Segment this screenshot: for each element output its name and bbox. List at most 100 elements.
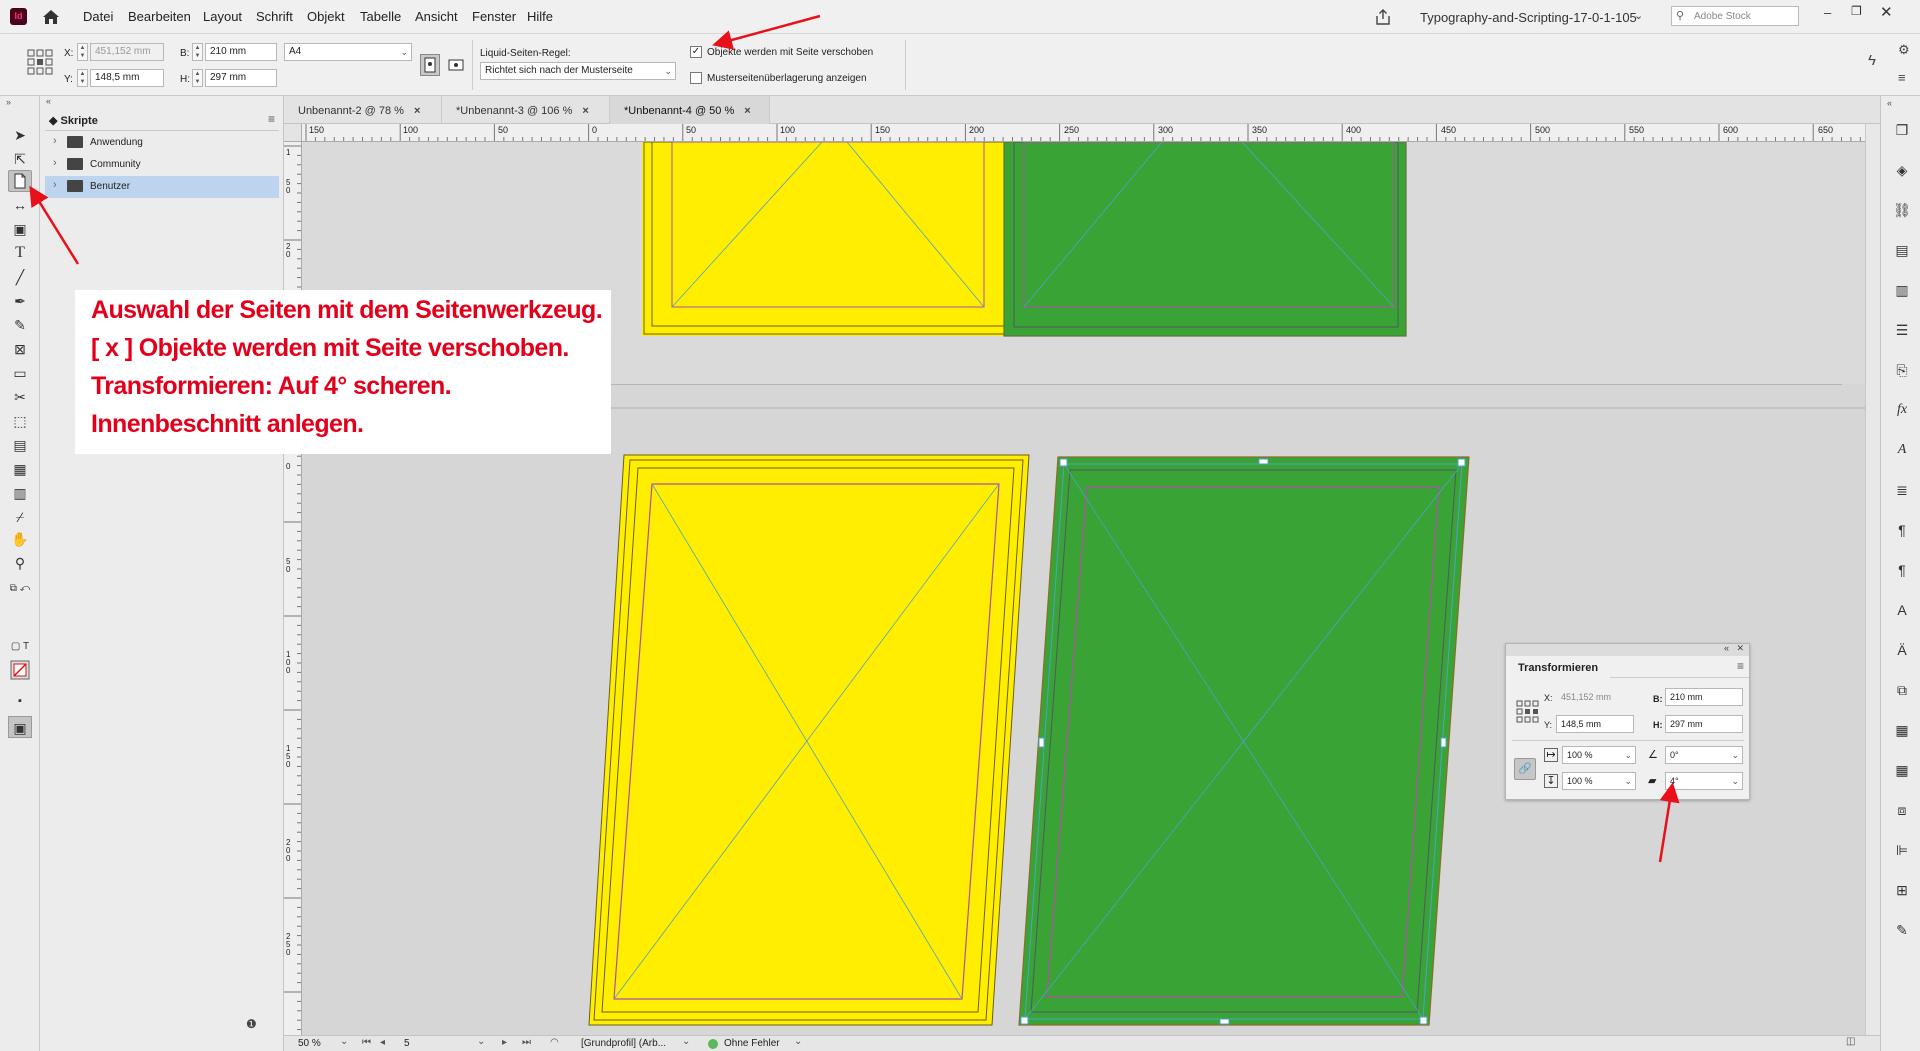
document-title[interactable]: Typography-and-Scripting-17-0-1-105	[1420, 10, 1637, 25]
gradient-feather-tool-icon[interactable]: ▦	[8, 458, 32, 480]
height-stepper[interactable]: ▲ ▼	[192, 69, 203, 87]
y-field[interactable]: 148,5 mm	[90, 69, 164, 87]
panel-menu-icon[interactable]: ≡	[268, 112, 275, 126]
tab-unbenannt-3[interactable]: *Unbenannt-3 @ 106 % ×	[442, 96, 610, 124]
vertical-scrollbar[interactable]	[1865, 124, 1880, 1035]
liquid-rule-select[interactable]: Richtet sich nach der Musterseite ⌄	[480, 62, 676, 80]
tab-unbenannt-4[interactable]: *Unbenannt-4 @ 50 % ×	[610, 96, 770, 124]
formatting-affects-container-icon[interactable]: ▢ T	[8, 636, 32, 658]
last-page-icon[interactable]: ⏭	[522, 1037, 531, 1048]
tp-y-field[interactable]: 148,5 mm	[1556, 715, 1634, 733]
scissors-tool-icon[interactable]: ✂	[8, 386, 32, 408]
x-field[interactable]: 451,152 mm	[90, 43, 164, 61]
lightning-icon[interactable]: ϟ	[1868, 52, 1876, 69]
tab-unbenannt-2[interactable]: Unbenannt-2 @ 78 % ×	[284, 96, 442, 124]
menu-hilfe[interactable]: Hilfe	[527, 9, 553, 24]
first-page-icon[interactable]: ⏮	[362, 1037, 371, 1048]
cell-styles-icon[interactable]: ⧈	[1891, 800, 1913, 820]
links-panel-icon[interactable]: ⛓	[1891, 200, 1913, 220]
script-folder-row[interactable]: › Benutzer	[45, 176, 279, 198]
align-objects-icon[interactable]: ⊫	[1891, 840, 1913, 860]
panel-tab-scripts[interactable]: ◆ Skripte	[49, 114, 98, 127]
type-tool-icon[interactable]: T	[8, 242, 32, 264]
chevron-down-icon[interactable]: ⌄	[1624, 773, 1632, 789]
split-window-icon[interactable]: ◫	[1846, 1036, 1855, 1047]
chevron-down-icon[interactable]: ⌄	[477, 1036, 485, 1047]
info-icon[interactable]: ❶	[246, 1017, 257, 1031]
collapse-panel-icon[interactable]: «	[46, 96, 51, 106]
page-size-select[interactable]: A4 ⌄	[284, 43, 412, 61]
table-panel-icon[interactable]: ▦	[1891, 720, 1913, 740]
home-icon[interactable]	[40, 6, 62, 28]
gradient-swatch-tool-icon[interactable]: ▤	[8, 434, 32, 456]
paragraph-panel-icon[interactable]: ¶	[1891, 520, 1913, 540]
script-folder-row[interactable]: › Community	[45, 154, 279, 176]
pen-tool-icon[interactable]: ✒	[8, 290, 32, 312]
chevron-down-icon[interactable]: ⌄	[1731, 747, 1739, 763]
page-tool-icon[interactable]	[8, 170, 32, 192]
chevron-right-icon[interactable]: ›	[53, 179, 57, 191]
fill-stroke-swatch[interactable]	[8, 660, 32, 682]
share-icon[interactable]	[1374, 8, 1392, 26]
menu-datei[interactable]: Datei	[83, 9, 113, 24]
cc-libraries-icon[interactable]: ⎘	[1891, 360, 1913, 380]
tab-transform[interactable]: Transformieren	[1506, 656, 1611, 680]
scale-x-field[interactable]: 100 % ⌄	[1562, 746, 1636, 764]
tp-height-field[interactable]: 297 mm	[1665, 715, 1743, 733]
character-styles-icon[interactable]: Ä	[1891, 640, 1913, 660]
object-styles-icon[interactable]: ⧉	[1891, 680, 1913, 700]
script-label-icon[interactable]: ✎	[1891, 920, 1913, 940]
hamburger-menu-icon[interactable]: ≡	[1898, 70, 1906, 85]
table-styles-icon[interactable]: ▦	[1891, 760, 1913, 780]
menu-ansicht[interactable]: Ansicht	[415, 9, 458, 24]
paragraph-styles-icon[interactable]: ¶	[1891, 560, 1913, 580]
selection-tool-icon[interactable]: ➤	[8, 124, 32, 146]
eyedropper-tool-icon[interactable]: ⌿	[8, 506, 32, 528]
chevron-right-icon[interactable]: ›	[53, 135, 57, 147]
screen-mode-icon[interactable]: ▣	[8, 716, 32, 738]
previous-page-icon[interactable]: ◂	[380, 1037, 385, 1048]
collapse-dock-icon[interactable]: «	[1887, 98, 1892, 108]
close-window-icon[interactable]: ✕	[1880, 3, 1893, 21]
close-icon[interactable]: ×	[744, 105, 750, 117]
preflight-status[interactable]: Ohne Fehler	[724, 1038, 780, 1049]
menu-fenster[interactable]: Fenster	[472, 9, 516, 24]
chevron-down-icon[interactable]: ⌄	[1731, 773, 1739, 789]
preflight-profile[interactable]: [Grundprofil] (Arb...	[581, 1038, 666, 1049]
pencil-tool-icon[interactable]: ✎	[8, 314, 32, 336]
objects-move-with-page-checkbox[interactable]: ✓	[690, 46, 702, 58]
show-master-overlay-checkbox[interactable]	[690, 72, 702, 84]
menu-objekt[interactable]: Objekt	[307, 9, 345, 24]
tp-width-field[interactable]: 210 mm	[1665, 688, 1743, 706]
close-icon[interactable]: ×	[414, 105, 420, 117]
chevron-right-icon[interactable]: ›	[53, 157, 57, 169]
stroke-panel-icon[interactable]: ▤	[1891, 240, 1913, 260]
constrain-proportions-button[interactable]: 🔗	[1514, 758, 1536, 780]
pages-panel-icon[interactable]: ❐	[1891, 120, 1913, 140]
layers-panel-icon[interactable]: ◈	[1891, 160, 1913, 180]
document-canvas[interactable]	[302, 142, 1865, 1035]
menu-bearbeiten[interactable]: Bearbeiten	[128, 9, 191, 24]
content-collector-icon[interactable]: ▣	[8, 218, 32, 240]
glyphs-panel-icon[interactable]: A	[1891, 440, 1913, 460]
rectangle-tool-icon[interactable]: ▭	[8, 362, 32, 384]
swatches-panel-icon[interactable]: ▥	[1891, 280, 1913, 300]
reference-point-icon[interactable]	[27, 49, 53, 75]
effects-panel-icon[interactable]: fx	[1891, 400, 1913, 420]
note-tool-icon[interactable]: ▥	[8, 482, 32, 504]
landscape-orientation-button[interactable]	[447, 57, 465, 73]
portrait-orientation-button[interactable]	[420, 54, 440, 76]
hand-tool-icon[interactable]: ✋	[8, 528, 32, 550]
ruler-origin[interactable]	[284, 124, 302, 142]
character-panel-icon[interactable]: A	[1891, 600, 1913, 620]
chevron-down-icon[interactable]: ⌄	[340, 1036, 348, 1047]
close-icon[interactable]: ×	[582, 105, 588, 117]
menu-layout[interactable]: Layout	[203, 9, 242, 24]
zoom-tool-icon[interactable]: ⚲	[8, 552, 32, 574]
tp-x-field[interactable]: 451,152 mm	[1556, 688, 1618, 706]
shear-field[interactable]: 4° ⌄	[1665, 772, 1743, 790]
pathfinder-icon[interactable]: ⊞	[1891, 880, 1913, 900]
close-icon[interactable]: ✕	[1736, 643, 1744, 654]
collapse-panel-icon[interactable]: «	[1724, 643, 1729, 653]
height-field[interactable]: 297 mm	[205, 69, 277, 87]
